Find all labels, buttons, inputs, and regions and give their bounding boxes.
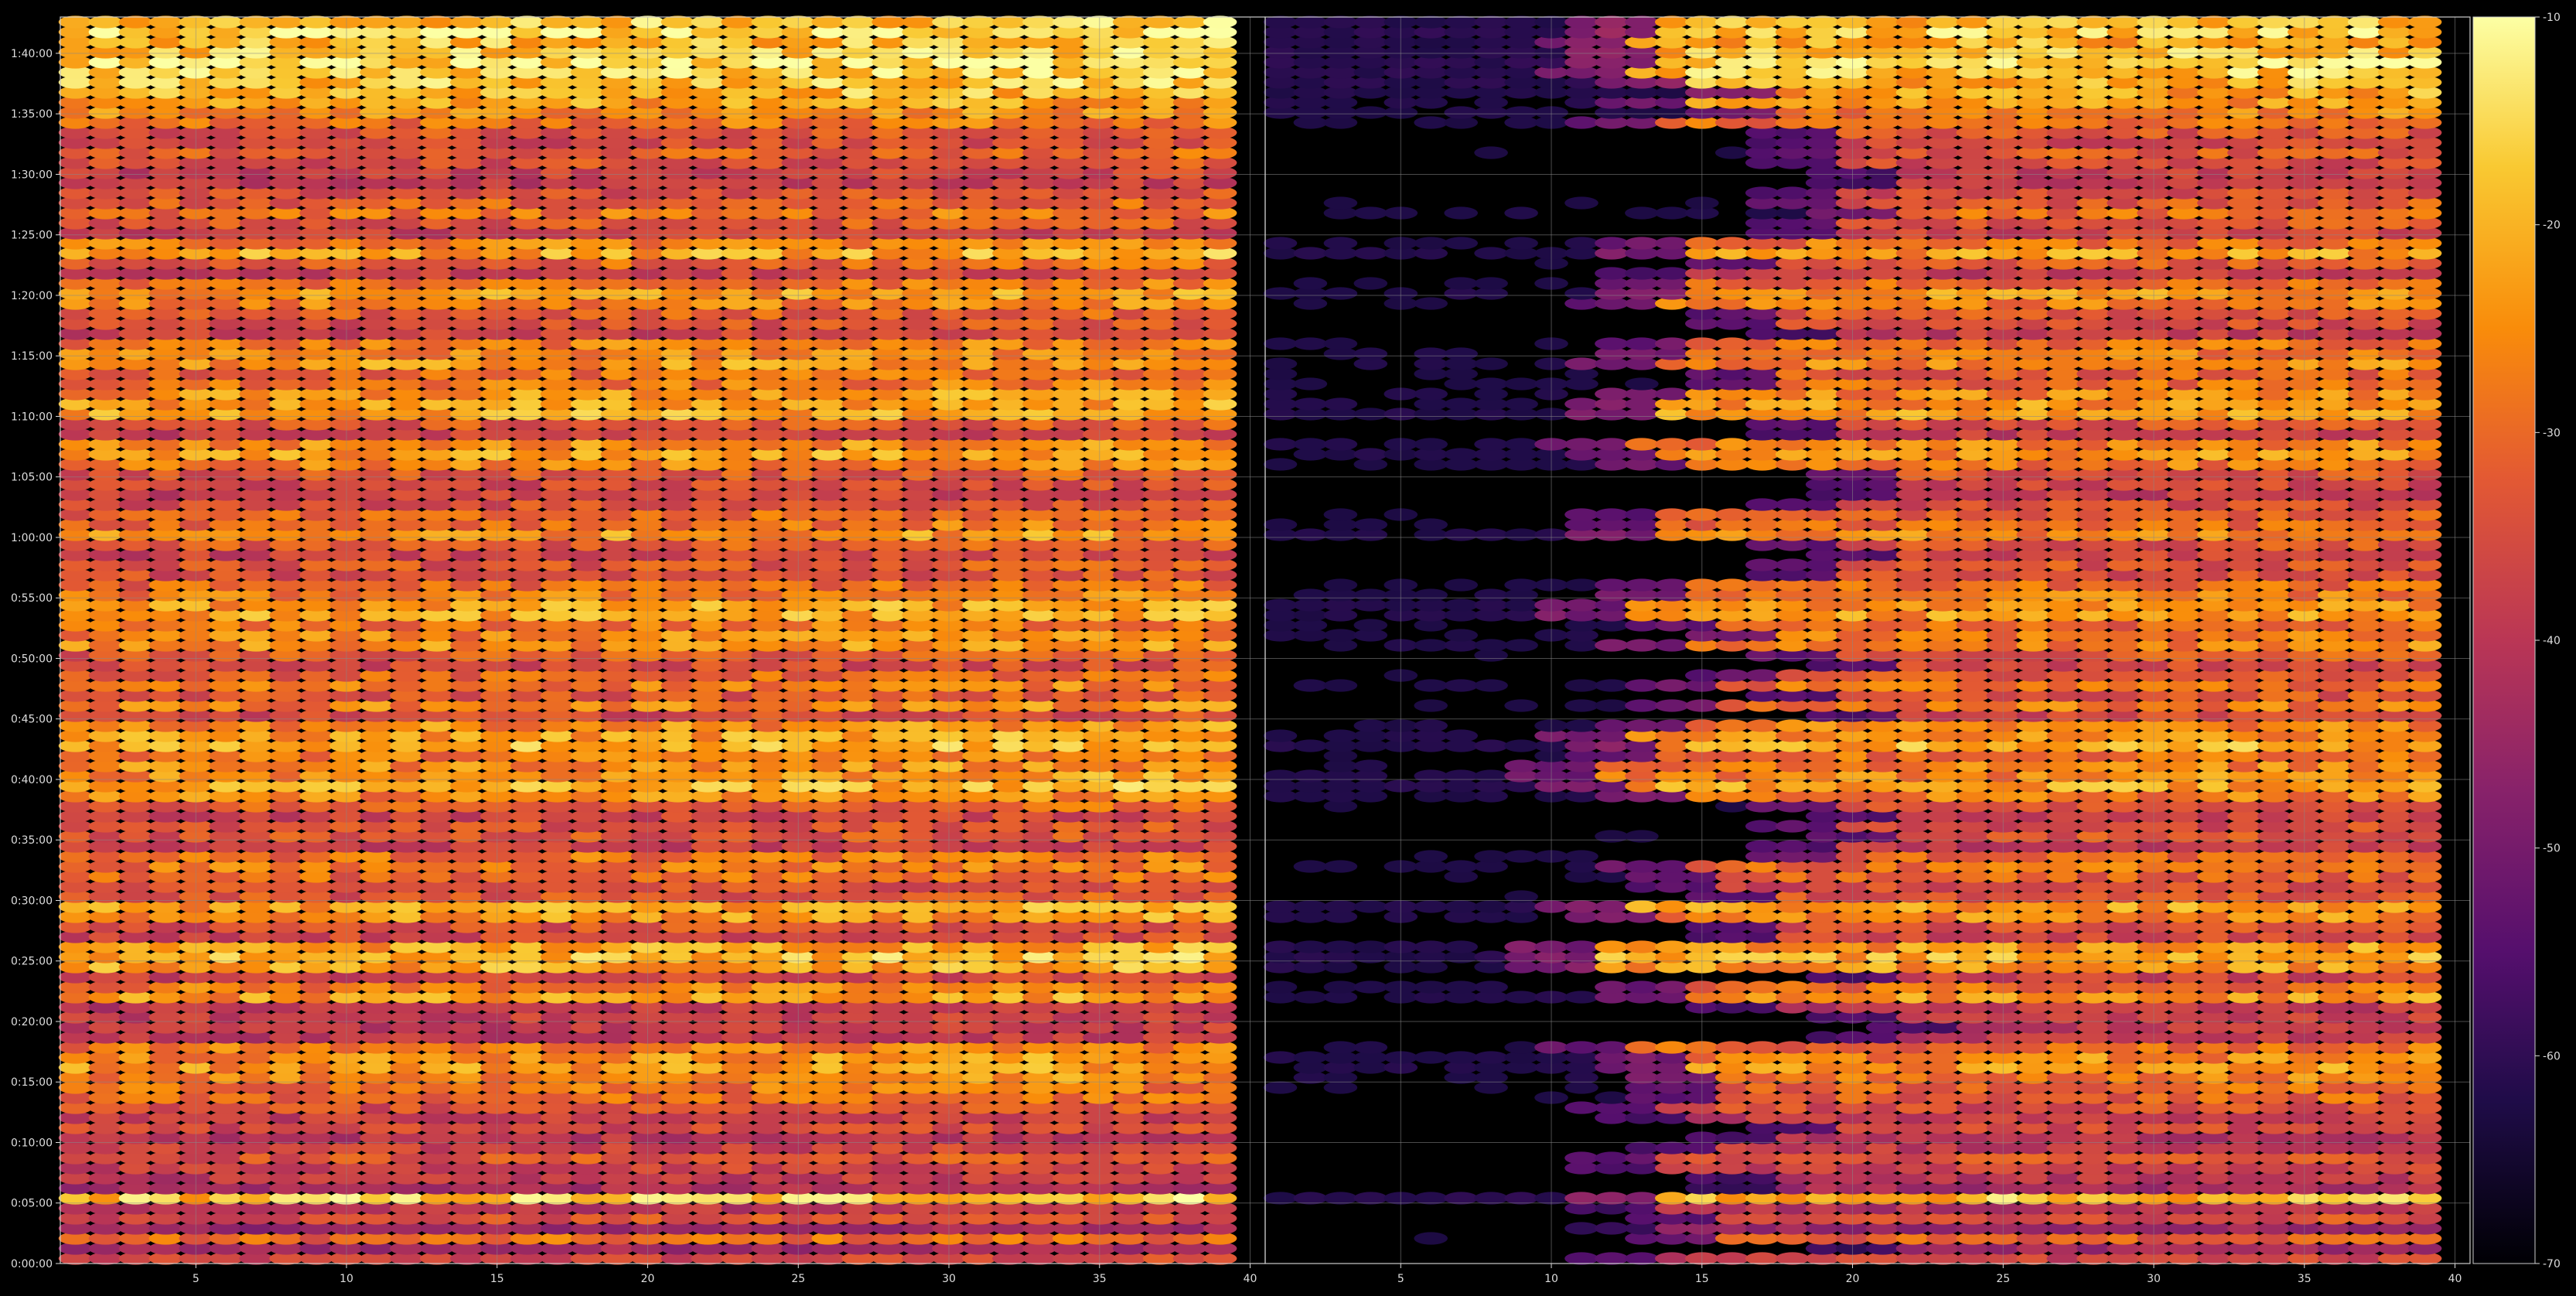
heatmap-cell [722, 15, 756, 28]
heatmap-cell [420, 15, 454, 28]
heatmap-cell [691, 15, 725, 28]
heatmap-cell [1414, 1232, 1448, 1244]
x-tick-label: 30 [942, 1273, 956, 1285]
heatmap-cell [1143, 15, 1177, 28]
heatmap-cell [872, 15, 906, 28]
heatmap-cell [299, 15, 333, 28]
x-tick-label: 5 [193, 1273, 200, 1285]
heatmap-cell [1715, 1252, 1749, 1264]
heatmap-cell [239, 15, 273, 28]
heatmap-cell [1173, 15, 1207, 28]
heatmap-panel-left: 5 10 15 20 25 30 35 40 [59, 15, 1265, 1285]
heatmap-cell [601, 15, 635, 28]
heatmap-cell [1625, 1252, 1659, 1264]
heatmap-cell [541, 15, 575, 28]
heatmap-cell [360, 15, 394, 28]
heatmap-cell [1776, 1252, 1810, 1264]
heatmap-cell [1022, 15, 1056, 28]
heatmap-cell [1053, 15, 1087, 28]
x-tick-label: 25 [791, 1273, 805, 1285]
heatmap-cell [119, 15, 153, 28]
heatmap-cell [571, 15, 605, 28]
heatmap-cell [752, 15, 786, 28]
heatmap-cell [209, 15, 243, 28]
heatmap-panel-right: 510152025303540 [1264, 15, 2470, 1285]
heatmap-cell [811, 15, 845, 28]
chart-svg: 5101520253035405101520253035400:00:000:0… [0, 0, 2576, 1293]
heatmap-cell [962, 15, 996, 28]
x-tick-label: 35 [1093, 1273, 1107, 1285]
heatmap-cell [992, 15, 1026, 28]
heatmap-cell [841, 15, 875, 28]
x-tick-label: 40 [1244, 1273, 1257, 1285]
heatmap-cell [59, 15, 93, 28]
heatmap-cell [1203, 15, 1237, 28]
heatmap-cell [390, 15, 424, 28]
x-tick-label: 20 [641, 1273, 655, 1285]
x-tick-label: 15 [490, 1273, 504, 1285]
heatmap-cell [1745, 1252, 1779, 1264]
heatmap-cell [1655, 1252, 1689, 1264]
heatmap-cell [149, 15, 183, 28]
heatmap-cell [1564, 1222, 1598, 1234]
heatmap-cell [902, 15, 936, 28]
x-tick-label: 10 [339, 1273, 353, 1285]
heatmap-cell [1595, 1222, 1629, 1234]
heatmap-cell [450, 15, 484, 28]
heatmap-cell [510, 15, 544, 28]
heatmap-cell [89, 15, 123, 28]
heatmap-cell [661, 15, 695, 28]
heatmap-cell [1595, 1252, 1629, 1264]
heatmap-cell [1564, 1252, 1598, 1264]
spectrogram-chart: 5101520253035405101520253035400:00:000:0… [0, 0, 2576, 1293]
heatmap-cell [269, 15, 303, 28]
heatmap-cell [1113, 15, 1147, 28]
